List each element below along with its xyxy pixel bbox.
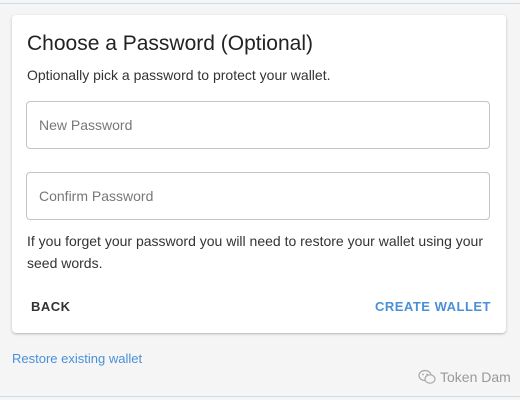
frame-line-bottom <box>0 396 520 397</box>
create-wallet-button[interactable]: CREATE WALLET <box>375 299 491 314</box>
confirm-password-field <box>26 172 490 220</box>
frame-line-top <box>0 3 520 4</box>
restore-wallet-link[interactable]: Restore existing wallet <box>12 351 142 366</box>
password-card: Choose a Password (Optional) Optionally … <box>12 15 506 333</box>
wechat-icon <box>418 369 436 384</box>
new-password-field <box>26 101 490 149</box>
password-warning: If you forget your password you will nee… <box>27 233 484 271</box>
card-title: Choose a Password (Optional) <box>27 32 313 55</box>
card-subtitle: Optionally pick a password to protect yo… <box>27 67 331 83</box>
watermark-text: Token Dam <box>440 369 511 385</box>
new-password-input[interactable] <box>27 102 489 148</box>
back-button[interactable]: BACK <box>31 299 71 314</box>
confirm-password-input[interactable] <box>27 173 489 219</box>
watermark: Token Dam <box>418 368 511 386</box>
